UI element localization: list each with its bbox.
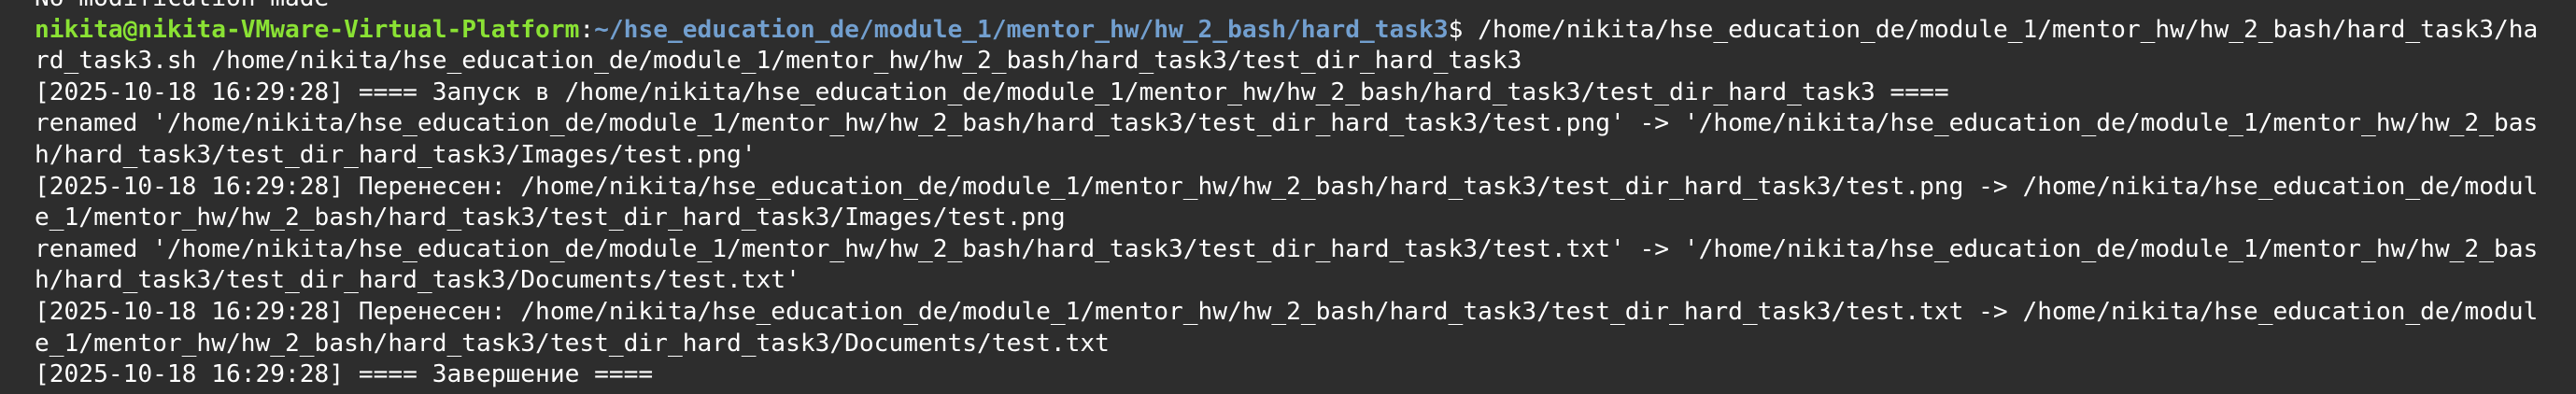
output-text: No modification made <box>35 0 329 12</box>
terminal-line: e_1/mentor_hw/hw_2_bash/hard_task3/test_… <box>35 329 2576 360</box>
terminal-line: h/hard_task3/test_dir_hard_task3/Images/… <box>35 140 2576 172</box>
terminal-line: renamed '/home/nikita/hse_education_de/m… <box>35 108 2576 140</box>
command-text: /home/nikita/hse_education_de/module_1/m… <box>1478 15 2539 44</box>
terminal-window[interactable]: No modification made nikita@nikita-VMwar… <box>0 0 2576 394</box>
output-text: e_1/mentor_hw/hw_2_bash/hard_task3/test_… <box>35 329 1110 358</box>
terminal-line: h/hard_task3/test_dir_hard_task3/Documen… <box>35 265 2576 297</box>
output-text: renamed '/home/nikita/hse_education_de/m… <box>35 234 2539 263</box>
prompt-separator: : <box>579 15 595 44</box>
terminal-line: renamed '/home/nikita/hse_education_de/m… <box>35 234 2576 266</box>
output-text: e_1/mentor_hw/hw_2_bash/hard_task3/test_… <box>35 204 1066 232</box>
output-text: [2025-10-18 16:29:28] Перенесен: /home/n… <box>35 297 2539 326</box>
prompt-symbol: $ <box>1448 15 1479 44</box>
output-text: renamed '/home/nikita/hse_education_de/m… <box>35 109 2539 138</box>
terminal-line: [2025-10-18 16:29:28] ==== Запуск в /hom… <box>35 77 2576 109</box>
output-text: [2025-10-18 16:29:28] ==== Запуск в /hom… <box>35 77 1949 106</box>
output-text: h/hard_task3/test_dir_hard_task3/Documen… <box>35 266 800 295</box>
terminal-output: No modification made nikita@nikita-VMwar… <box>35 0 2576 391</box>
prompt-user-host: nikita@nikita-VMware-Virtual-Platform <box>35 15 580 44</box>
output-text: h/hard_task3/test_dir_hard_task3/Images/… <box>35 140 757 169</box>
terminal-line: [2025-10-18 16:29:28] Перенесен: /home/n… <box>35 172 2576 204</box>
output-text: rd_task3.sh /home/nikita/hse_education_d… <box>35 47 1522 76</box>
prompt-cwd: ~/hse_education_de/module_1/mentor_hw/hw… <box>594 15 1449 44</box>
output-text: [2025-10-18 16:29:28] Перенесен: /home/n… <box>35 172 2539 201</box>
terminal-line: rd_task3.sh /home/nikita/hse_education_d… <box>35 46 2576 77</box>
terminal-line: e_1/mentor_hw/hw_2_bash/hard_task3/test_… <box>35 203 2576 234</box>
prompt-line: nikita@nikita-VMware-Virtual-Platform:~/… <box>35 15 2576 47</box>
output-text: [2025-10-18 16:29:28] ==== Завершение ==… <box>35 360 654 389</box>
terminal-line: [2025-10-18 16:29:28] ==== Завершение ==… <box>35 359 2576 391</box>
terminal-line: No modification made <box>35 0 2576 15</box>
terminal-line: [2025-10-18 16:29:28] Перенесен: /home/n… <box>35 297 2576 329</box>
